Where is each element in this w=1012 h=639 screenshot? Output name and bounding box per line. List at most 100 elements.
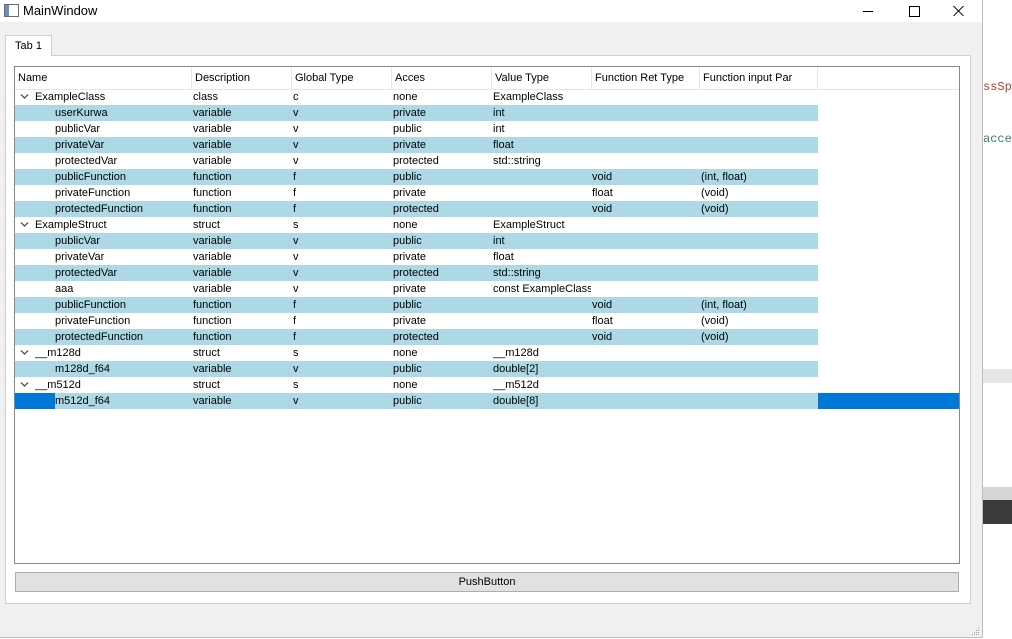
cell-name: publicFunction bbox=[55, 171, 126, 183]
chevron-down-icon[interactable] bbox=[20, 348, 29, 357]
tree-row[interactable]: protectedFunction function f protected void (… bbox=[15, 201, 959, 217]
cell-description: variable bbox=[193, 283, 232, 295]
cell-vtype: ExampleClass bbox=[493, 91, 564, 103]
cell-gtype: v bbox=[293, 139, 299, 151]
selection-highlight bbox=[15, 393, 55, 409]
tree-row[interactable]: ExampleClass class c none ExampleClass bbox=[15, 89, 959, 105]
tree-view[interactable]: Name Description Global Type Acces Value Typ… bbox=[14, 66, 960, 564]
background-panel bbox=[983, 500, 1012, 524]
cell-ret: void bbox=[592, 171, 613, 183]
chevron-down-icon[interactable] bbox=[20, 220, 29, 229]
app-window-icon bbox=[4, 4, 19, 17]
minimize-button[interactable] bbox=[845, 0, 891, 22]
cell-params bbox=[701, 377, 817, 393]
column-header[interactable]: Function input Par bbox=[700, 67, 818, 89]
cell-access: public bbox=[393, 123, 422, 135]
tree-row[interactable]: publicFunction function f public void (int, f… bbox=[15, 169, 959, 185]
cell-ret bbox=[592, 249, 698, 265]
cell-params bbox=[701, 105, 817, 121]
maximize-icon bbox=[908, 5, 920, 17]
title-bar[interactable]: MainWindow bbox=[0, 0, 982, 22]
cell-gtype: v bbox=[293, 251, 299, 263]
tree-row[interactable]: publicVar variable v public int bbox=[15, 121, 959, 137]
cell-name: ExampleStruct bbox=[35, 219, 107, 231]
cell-description: function bbox=[193, 331, 232, 343]
cell-gtype: f bbox=[293, 299, 297, 311]
cell-access: protected bbox=[393, 203, 439, 215]
tree-row[interactable]: privateFunction function f private float (voi… bbox=[15, 313, 959, 329]
cell-name: publicVar bbox=[55, 123, 101, 135]
column-header[interactable]: Function Ret Type bbox=[592, 67, 700, 89]
background-panel bbox=[983, 487, 1012, 500]
cell-gtype: s bbox=[293, 379, 299, 391]
tree-row[interactable]: privateFunction function f private float (voi… bbox=[15, 185, 959, 201]
cell-description: variable bbox=[193, 363, 232, 375]
cell-ret: void bbox=[592, 203, 613, 215]
cell-name: __m512d bbox=[35, 379, 81, 391]
tree-row[interactable]: ExampleStruct struct s none ExampleStruct bbox=[15, 217, 959, 233]
column-header[interactable]: Value Type bbox=[492, 67, 592, 89]
cell-ret bbox=[592, 121, 698, 137]
tree-row[interactable]: m128d_f64 variable v public double[2] bbox=[15, 361, 959, 377]
cell-description: variable bbox=[193, 251, 232, 263]
cell-description: function bbox=[193, 299, 232, 311]
cell-name: privateVar bbox=[55, 251, 105, 263]
cell-name: privateFunction bbox=[55, 315, 131, 327]
maximize-button[interactable] bbox=[891, 0, 937, 22]
cell-ret bbox=[592, 105, 698, 121]
cell-description: function bbox=[193, 315, 232, 327]
cell-vtype bbox=[493, 201, 591, 217]
cell-access: private bbox=[393, 283, 427, 295]
cell-access: public bbox=[393, 171, 422, 183]
cell-gtype: v bbox=[293, 363, 299, 375]
cell-name: ExampleClass bbox=[35, 91, 106, 103]
cell-gtype: v bbox=[293, 395, 299, 407]
cell-description: variable bbox=[193, 267, 232, 279]
cell-description: variable bbox=[193, 139, 232, 151]
cell-vtype bbox=[493, 185, 591, 201]
cell-vtype bbox=[493, 313, 591, 329]
column-header[interactable]: Description bbox=[192, 67, 292, 89]
tree-row[interactable]: userKurwa variable v private int bbox=[15, 105, 959, 121]
tree-row[interactable]: aaa variable v private const ExampleClass bbox=[15, 281, 959, 297]
cell-ret bbox=[592, 345, 698, 361]
close-button[interactable] bbox=[936, 0, 982, 22]
cell-description: variable bbox=[193, 123, 232, 135]
tree-row[interactable]: __m512d struct s none __m512d bbox=[15, 377, 959, 393]
resize-grip-icon[interactable] bbox=[970, 626, 980, 636]
cell-vtype: std::string bbox=[493, 155, 541, 167]
cell-params: (void) bbox=[701, 331, 729, 343]
chevron-down-icon[interactable] bbox=[20, 92, 29, 101]
push-button[interactable]: PushButton bbox=[15, 572, 959, 592]
cell-params bbox=[701, 233, 817, 249]
minimize-icon bbox=[863, 10, 873, 12]
tree-row[interactable]: protectedVar variable v protected std::strin… bbox=[15, 153, 959, 169]
cell-vtype bbox=[493, 297, 591, 313]
tree-row[interactable]: __m128d struct s none __m128d bbox=[15, 345, 959, 361]
cell-params: (int, float) bbox=[701, 299, 747, 311]
cell-access: none bbox=[393, 219, 418, 231]
column-header[interactable]: Global Type bbox=[292, 67, 392, 89]
tree-row[interactable]: protectedVar variable v protected std::strin… bbox=[15, 265, 959, 281]
cell-gtype: v bbox=[293, 235, 299, 247]
tree-row[interactable]: protectedFunction function f protected void (… bbox=[15, 329, 959, 345]
chevron-down-icon[interactable] bbox=[20, 380, 29, 389]
column-header[interactable]: Name bbox=[15, 67, 192, 89]
cell-params bbox=[701, 393, 817, 409]
tree-row[interactable]: privateVar variable v private float bbox=[15, 137, 959, 153]
column-header[interactable]: Acces bbox=[392, 67, 492, 89]
cell-name: userKurwa bbox=[55, 107, 108, 119]
tree-row[interactable]: m512d_f64 variable v public double[8] bbox=[15, 393, 959, 409]
tree-row[interactable]: publicVar variable v public int bbox=[15, 233, 959, 249]
tab-1[interactable]: Tab 1 bbox=[5, 35, 52, 56]
cell-vtype bbox=[493, 329, 591, 345]
cell-ret bbox=[592, 89, 698, 105]
cell-ret bbox=[592, 137, 698, 153]
tree-row[interactable]: privateVar variable v private float bbox=[15, 249, 959, 265]
cell-name: publicVar bbox=[55, 235, 101, 247]
cell-name: privateFunction bbox=[55, 187, 131, 199]
cell-name: m512d_f64 bbox=[55, 395, 111, 407]
cell-access: public bbox=[393, 395, 422, 407]
cell-params bbox=[701, 345, 817, 361]
tree-row[interactable]: publicFunction function f public void (int, f… bbox=[15, 297, 959, 313]
